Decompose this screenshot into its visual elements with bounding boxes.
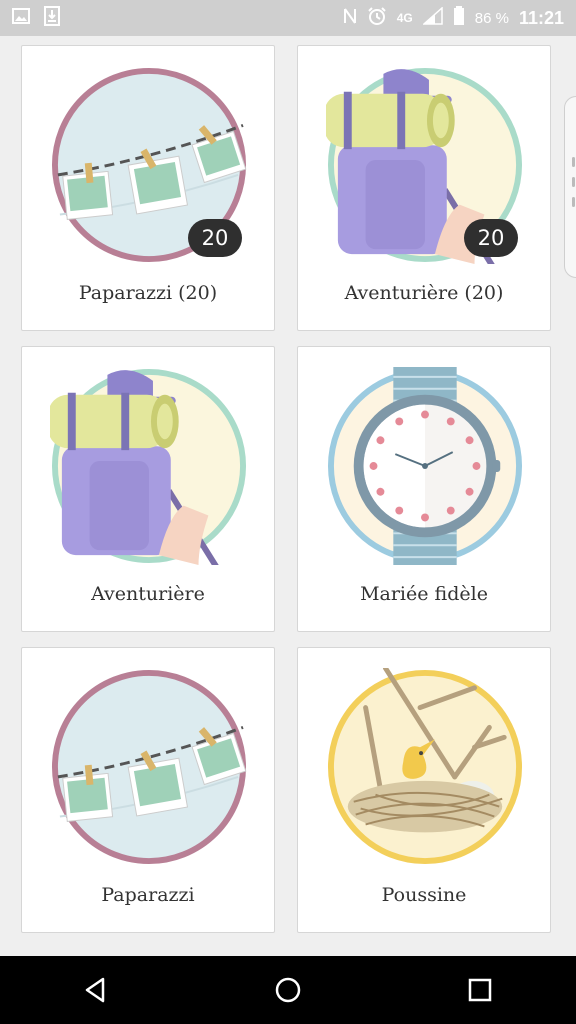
count-badge: 20: [464, 219, 518, 257]
network-type: 4G: [396, 11, 413, 25]
clock: 11:21: [518, 7, 564, 28]
back-triangle-icon: [85, 977, 105, 1003]
watch-hearts-icon: [327, 367, 523, 565]
recents-button[interactable]: [456, 966, 504, 1014]
badge-label: Paparazzi (20): [78, 282, 218, 304]
side-drawer-handle[interactable]: [564, 96, 576, 278]
home-button[interactable]: [264, 966, 312, 1014]
chick-nest-icon: [327, 668, 523, 865]
backpacker-icon: [50, 368, 247, 565]
signal-icon: [421, 5, 443, 30]
badge-card-aventuriere[interactable]: Aventurière: [21, 346, 275, 632]
status-bar: 4G 86 % 11:21: [0, 0, 576, 36]
battery-icon: [453, 5, 465, 31]
badge-label: Aventurière (20): [344, 282, 504, 304]
download-icon: [44, 5, 60, 31]
nfc-icon: [343, 7, 357, 30]
badge-card-poussine[interactable]: Poussine: [297, 647, 551, 933]
alarm-icon: [367, 6, 387, 31]
badge-card-paparazzi[interactable]: Paparazzi: [21, 647, 275, 933]
back-button[interactable]: [72, 966, 120, 1014]
badge-card-paparazzi-20[interactable]: 20 Paparazzi (20): [21, 45, 275, 331]
badges-grid: 20 Paparazzi (20) 20 Aventurière (20) Av…: [0, 36, 576, 956]
clothesline-photos-icon: [51, 669, 247, 865]
badge-label: Mariée fidèle: [360, 583, 488, 605]
badge-label: Paparazzi: [101, 884, 195, 906]
badge-card-aventuriere-20[interactable]: 20 Aventurière (20): [297, 45, 551, 331]
system-nav-bar: [0, 956, 576, 1024]
home-circle-icon: [275, 977, 301, 1003]
badge-card-mariee-fidele[interactable]: Mariée fidèle: [297, 346, 551, 632]
count-badge: 20: [188, 219, 242, 257]
battery-percent: 86 %: [474, 9, 509, 27]
badge-label: Poussine: [381, 884, 467, 906]
badge-label: Aventurière: [91, 583, 205, 605]
recents-square-icon: [468, 978, 492, 1002]
image-icon: [12, 7, 30, 29]
